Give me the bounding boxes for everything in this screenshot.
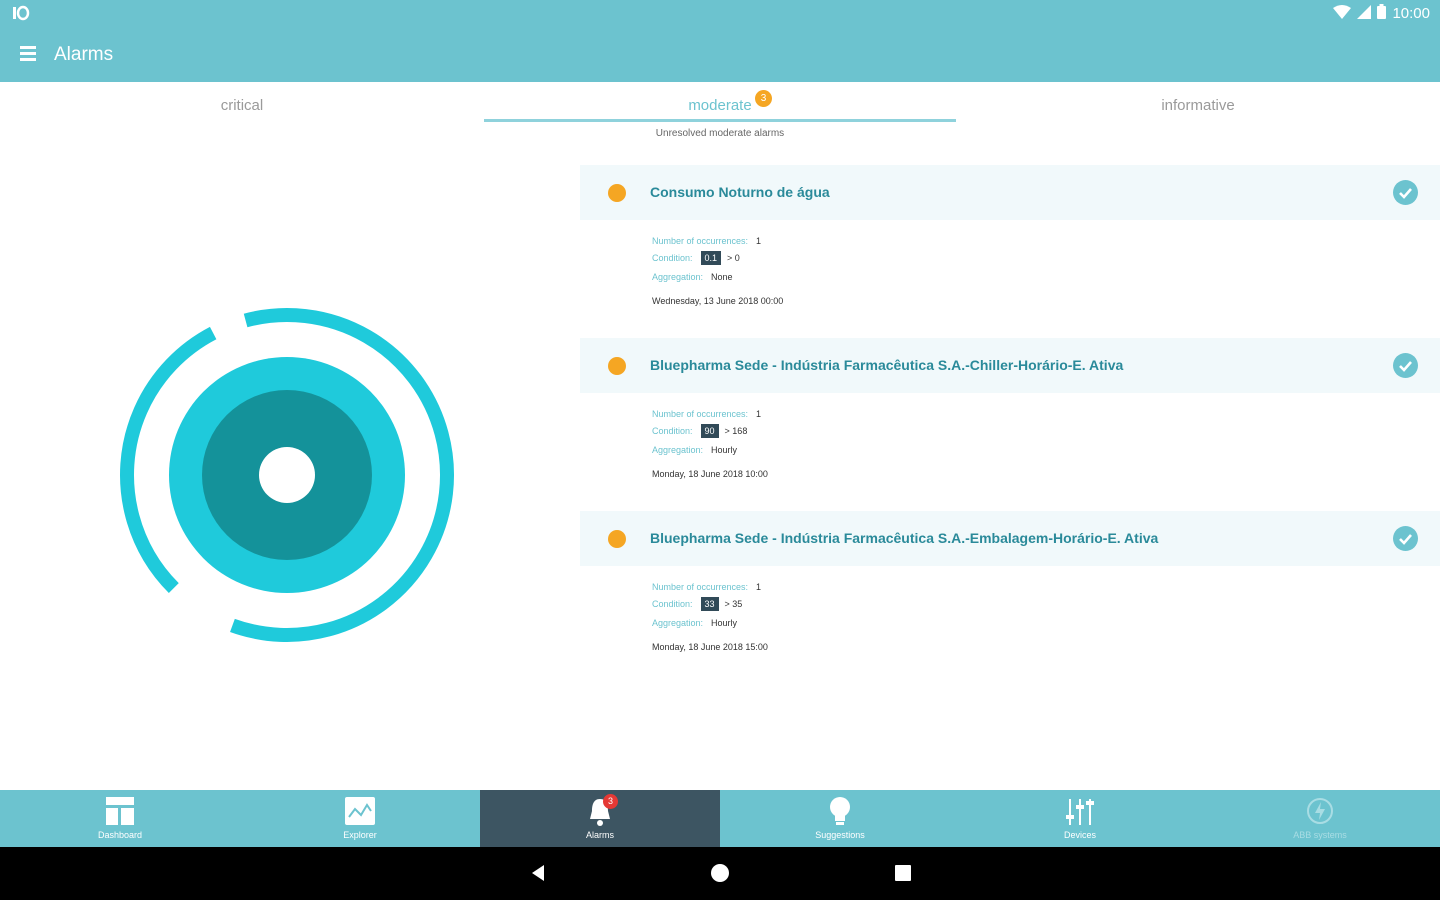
nav-label: ABB systems [1293,830,1347,840]
tab-label: moderate [688,97,752,114]
app-logo [110,300,465,655]
tab-moderate[interactable]: moderate 3 [484,82,956,122]
lightbulb-icon [829,797,851,832]
nav-label: Devices [1063,830,1096,840]
alarm-details: Number of occurrences: 1 Condition: 33 >… [580,566,1440,684]
alarm-details: Number of occurrences: 1 Condition: 0.1 … [580,220,1440,338]
alarm-list: Consumo Noturno de água Number of occurr… [580,165,1440,684]
condition-row: Condition: 90 > 168 [652,424,753,438]
occurrences-row: Number of occurrences: 1 [652,582,761,592]
aggregation-row: Aggregation: Hourly [652,618,737,628]
tab-label: informative [1161,97,1235,114]
alarm-header[interactable]: Consumo Noturno de água [580,165,1440,220]
nav-devices[interactable]: Devices [960,790,1200,847]
tab-subtitle: Unresolved moderate alarms [655,128,785,139]
condition-label: Condition: [652,426,693,436]
sliders-icon [1066,797,1094,832]
alarm-name: Bluepharma Sede - Indústria Farmacêutica… [650,530,1159,546]
condition-label: Condition: [652,253,693,263]
severity-dot-icon [608,184,626,202]
condition-operator: > 0 [727,253,740,263]
condition-operator: > 35 [724,599,743,609]
tab-badge: 3 [755,90,772,107]
battery-icon [1377,4,1387,23]
resolve-check-icon[interactable] [1393,526,1418,551]
nav-label: Suggestions [815,830,865,840]
severity-dot-icon [608,357,626,375]
recents-icon[interactable] [893,863,913,888]
occurrences-row: Number of occurrences: 1 [652,236,761,246]
app-bar: Alarms [0,30,1440,82]
resolve-check-icon[interactable] [1393,180,1418,205]
condition-value: 90 [700,424,719,438]
occurrences-value: 1 [756,582,762,592]
alarm-card: Consumo Noturno de água Number of occurr… [580,165,1440,338]
aggregation-value: Hourly [711,618,738,628]
aggregation-row: Aggregation: None [652,272,733,282]
alarm-card: Bluepharma Sede - Indústria Farmacêutica… [580,511,1440,684]
nav-label: Alarms [585,830,614,840]
nav-label: Explorer [343,830,377,840]
menu-icon[interactable] [20,46,36,62]
nav-label: Dashboard [97,830,143,840]
back-icon[interactable] [528,863,548,888]
condition-value: 33 [700,597,719,611]
nav-explorer[interactable]: Explorer [240,790,480,847]
notification-icon [12,5,32,25]
aggregation-row: Aggregation: Hourly [652,445,737,455]
occurrences-value: 1 [756,409,762,419]
aggregation-value: None [711,272,733,282]
alarm-date: Monday, 18 June 2018 15:00 [652,642,768,652]
alarm-date: Monday, 18 June 2018 10:00 [652,469,768,479]
wifi-icon [1333,4,1352,23]
occurrences-label: Number of occurrences: [652,409,749,419]
condition-value: 0.1 [700,251,722,265]
nav-abb-systems[interactable]: ABB systems [1200,790,1440,847]
alarm-header[interactable]: Bluepharma Sede - Indústria Farmacêutica… [580,338,1440,393]
tab-critical[interactable]: critical [0,82,484,122]
condition-row: Condition: 33 > 35 [652,597,748,611]
severity-tabs: critical moderate 3 informative [0,82,1440,122]
tab-informative[interactable]: informative [956,82,1440,122]
home-icon[interactable] [710,863,730,888]
dashboard-icon [106,797,134,830]
occurrences-value: 1 [756,236,762,246]
status-bar: 10:00 [0,0,1440,30]
condition-operator: > 168 [724,426,748,436]
clock-time: 10:00 [1392,5,1430,22]
alarm-name: Bluepharma Sede - Indústria Farmacêutica… [650,357,1124,373]
tab-label: critical [220,97,264,114]
aggregation-label: Aggregation: [652,445,704,455]
alarm-card: Bluepharma Sede - Indústria Farmacêutica… [580,338,1440,511]
nav-alarms[interactable]: 3 Alarms [480,790,720,847]
aggregation-label: Aggregation: [652,272,704,282]
signal-icon [1357,4,1372,23]
explorer-icon [345,797,375,830]
condition-label: Condition: [652,599,693,609]
occurrences-label: Number of occurrences: [652,582,749,592]
occurrences-label: Number of occurrences: [652,236,749,246]
condition-row: Condition: 0.1 > 0 [652,251,746,265]
nav-dashboard[interactable]: Dashboard [0,790,240,847]
page-title: Alarms [54,44,114,65]
occurrences-row: Number of occurrences: 1 [652,409,761,419]
resolve-check-icon[interactable] [1393,353,1418,378]
aggregation-value: Hourly [711,445,738,455]
aggregation-label: Aggregation: [652,618,704,628]
severity-dot-icon [608,530,626,548]
bottom-navigation: Dashboard Explorer 3 Alarms Suggestions … [0,790,1440,847]
alarm-name: Consumo Noturno de água [650,184,830,200]
alarm-details: Number of occurrences: 1 Condition: 90 >… [580,393,1440,511]
alarm-header[interactable]: Bluepharma Sede - Indústria Farmacêutica… [580,511,1440,566]
nav-badge: 3 [603,794,618,809]
power-icon [1306,797,1334,830]
system-navigation-bar [0,847,1440,900]
nav-suggestions[interactable]: Suggestions [720,790,960,847]
alarm-date: Wednesday, 13 June 2018 00:00 [652,296,784,306]
